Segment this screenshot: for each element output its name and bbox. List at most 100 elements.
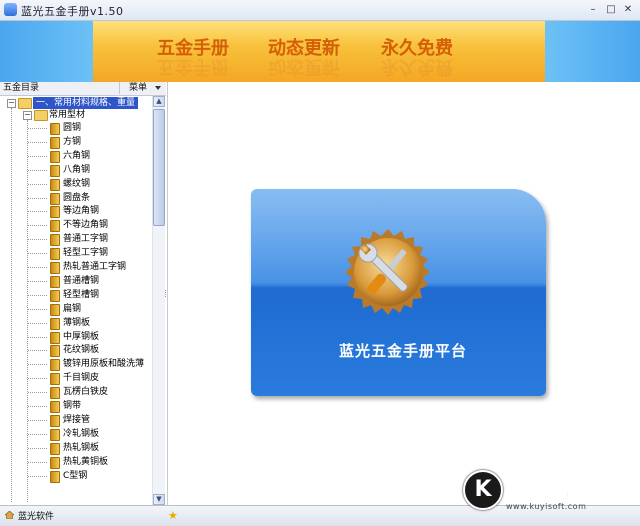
tree-item[interactable]: 六角钢: [0, 150, 152, 163]
book-icon: [50, 373, 60, 386]
tree-guide-tick: [28, 155, 47, 157]
tree-guide-tick: [28, 183, 47, 185]
book-icon: [50, 262, 60, 274]
tree-item[interactable]: 扁钢: [0, 303, 152, 316]
maximize-button[interactable]: □: [604, 3, 618, 16]
scroll-down-arrow-icon[interactable]: ▼: [153, 494, 165, 505]
book-icon: [50, 428, 60, 441]
tree-item-label: 方钢: [63, 136, 82, 147]
tree-item-label: C型钢: [63, 470, 88, 481]
tree-item-label: 花纹钢板: [63, 345, 100, 356]
book-icon: [50, 303, 60, 316]
tree-item-label: 中厚钢板: [63, 331, 100, 342]
book-icon: [50, 220, 60, 233]
catalog-menu-dropdown[interactable]: 菜单: [119, 82, 163, 94]
tree-item[interactable]: 圆盘条: [0, 192, 152, 205]
tree-guide-tick: [28, 447, 47, 449]
tree-guide-tick: [28, 225, 47, 227]
book-icon: [50, 442, 60, 455]
tree-item[interactable]: 钢带: [0, 400, 152, 413]
status-text: 蓝光软件: [18, 512, 55, 522]
tree-item-label: 螺纹钢: [63, 178, 91, 189]
tree-item-label: 热轧普通工字钢: [63, 262, 127, 272]
tree-item[interactable]: 镀锌用原板和酸洗薄: [0, 358, 152, 372]
tree-item[interactable]: 热轧普通工字钢: [0, 261, 152, 274]
tree-item[interactable]: 焊接管: [0, 414, 152, 427]
tree-guide-tick: [28, 364, 47, 366]
book-icon: [50, 234, 60, 247]
tree-guide-tick: [28, 308, 47, 310]
tree-guide-tick: [28, 197, 47, 199]
collapse-icon[interactable]: −: [7, 99, 16, 108]
tree-item-label: 热轧黄铜板: [63, 456, 109, 467]
banner-slogan-3-reflection: 永久免费: [381, 56, 453, 77]
book-icon: [50, 150, 60, 163]
tree-item[interactable]: 普通槽钢: [0, 275, 152, 288]
tree-group-node[interactable]: − 常用型材: [0, 109, 152, 121]
catalog-panel-title: 五金目录: [3, 83, 40, 93]
wrench-screwdriver-icon: [345, 229, 430, 315]
scrollbar-thumb[interactable]: [153, 109, 165, 226]
catalog-tree[interactable]: − 一、常用材料规格、重量 − 常用型材 圆钢 方钢六角钢 八角钢 螺纹钢圆盘条等边角…: [0, 96, 152, 503]
tree-item-label: 轻型槽钢: [63, 289, 100, 300]
book-icon: [50, 275, 60, 288]
tree-item[interactable]: 热轧钢板: [0, 442, 152, 455]
tree-item-label: 冷轧钢板: [63, 428, 100, 439]
tree-item[interactable]: 螺纹钢: [0, 178, 152, 191]
tree-guide-tick: [28, 419, 47, 421]
tree-item[interactable]: 轻型槽钢: [0, 289, 152, 302]
app-window: 蓝光五金手册v1.50 – □ ✕ 五金手册 动态更新 永久免费 五金手册 动态…: [0, 0, 640, 526]
tree-item-label: 圆盘条: [63, 192, 91, 203]
tree-item[interactable]: 圆钢: [0, 122, 152, 135]
watermark-url: www.kuyisoft.com: [506, 502, 587, 511]
watermark-logo: K: [463, 470, 503, 510]
book-icon: [50, 359, 60, 372]
title-bar[interactable]: 蓝光五金手册v1.50 – □ ✕: [0, 0, 640, 21]
tree-guide-tick: [28, 350, 47, 352]
tree-guide-tick: [28, 294, 47, 296]
tree-scrollbar[interactable]: ▲ ▼: [152, 96, 165, 505]
catalog-panel-header: 五金目录 菜单: [0, 82, 166, 96]
tree-guide-tick: [28, 392, 47, 394]
tree-group-label: 常用型材: [49, 110, 86, 120]
tree-item-label: 不等边角钢: [63, 220, 109, 231]
tree-item-label: 薄钢板: [63, 317, 91, 328]
scroll-up-arrow-icon[interactable]: ▲: [153, 96, 165, 107]
main-content: 蓝光五金手册平台: [168, 82, 640, 505]
book-icon: [50, 331, 60, 344]
tree-item[interactable]: 瓦楞白铁皮: [0, 386, 152, 400]
tree-item[interactable]: 冷轧钢板: [0, 428, 152, 441]
tree-item[interactable]: 等边角钢: [0, 205, 152, 219]
tree-guide-tick: [28, 211, 47, 213]
tree-item-label: 钢带: [63, 401, 82, 411]
tree-item[interactable]: 花纹钢板: [0, 344, 152, 358]
tree-item[interactable]: 中厚钢板: [0, 331, 152, 344]
collapse-icon[interactable]: −: [23, 111, 32, 120]
tree-item[interactable]: 薄钢板: [0, 317, 152, 330]
close-button[interactable]: ✕: [621, 3, 635, 16]
tree-guide-tick: [28, 267, 47, 268]
tree-guide-tick: [28, 461, 47, 463]
tree-item[interactable]: C型钢: [0, 470, 152, 483]
tree-item[interactable]: 普通工字钢: [0, 233, 152, 247]
tree-item[interactable]: 八角钢: [0, 164, 152, 177]
tree-item-label: 等边角钢: [63, 206, 100, 217]
tree-guide-tick: [28, 378, 47, 380]
chevron-down-icon: [155, 86, 161, 90]
tree-root-node[interactable]: − 一、常用材料规格、重量: [0, 97, 152, 109]
book-icon: [50, 387, 60, 400]
banner: 五金手册 动态更新 永久免费 五金手册 动态更新 永久免费: [93, 21, 545, 82]
book-icon: [50, 123, 60, 135]
book-icon: [50, 178, 60, 191]
tree-guide-tick: [28, 406, 47, 407]
tree-item[interactable]: 千目钢皮: [0, 372, 152, 386]
tree-item[interactable]: 轻型工字钢: [0, 247, 152, 261]
tree-item[interactable]: 方钢: [0, 136, 152, 149]
tree-item-label: 热轧钢板: [63, 442, 100, 453]
tree-item[interactable]: 热轧黄铜板: [0, 456, 152, 469]
tree-item-label: 轻型工字钢: [63, 248, 109, 259]
tree-item-label: 瓦楞白铁皮: [63, 387, 109, 398]
tree-item[interactable]: 不等边角钢: [0, 219, 152, 233]
minimize-button[interactable]: –: [586, 3, 600, 16]
tree-guide-tick: [28, 280, 47, 282]
